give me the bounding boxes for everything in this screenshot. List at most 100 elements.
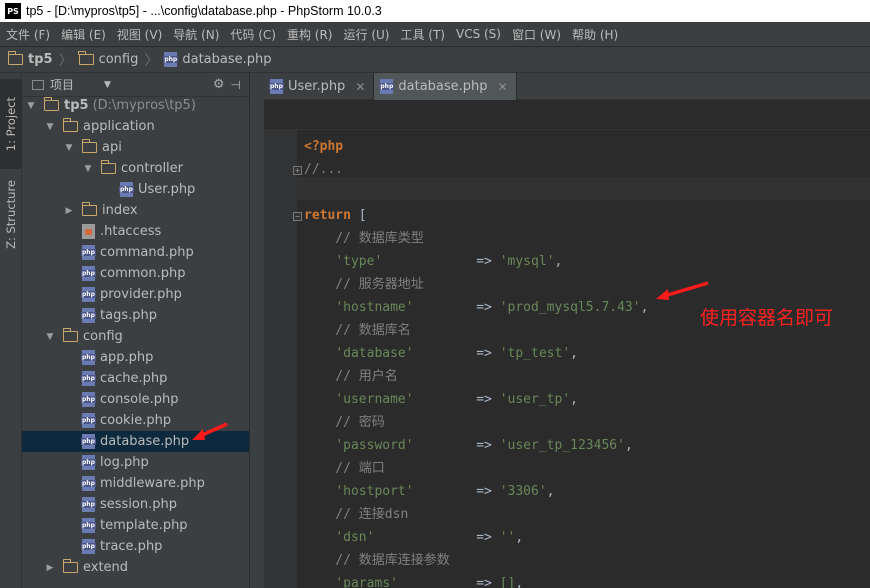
tab-project[interactable]: 1: Project [0, 79, 22, 169]
code-line: // 端口 [304, 457, 385, 480]
close-icon[interactable]: ✕ [498, 80, 508, 94]
tree-file-row[interactable]: common.php [22, 263, 249, 284]
menu-item[interactable]: 运行 (U) [344, 26, 390, 43]
code-editor[interactable]: + − <?php //... return [ // 数据库类型 'type' =… [264, 100, 870, 588]
menu-item[interactable]: VCS (S) [456, 27, 501, 41]
expand-down-icon[interactable]: ▼ [45, 332, 55, 342]
folder-icon [78, 51, 94, 65]
breadcrumb-item[interactable]: config 〉 [78, 50, 165, 70]
gear-icon[interactable]: ⚙ [213, 77, 225, 92]
tree-item-path: (D:\mypros\tp5) [92, 98, 196, 113]
tree-file-row[interactable]: .htaccess [22, 221, 249, 242]
php-file-icon [81, 371, 96, 386]
expand-down-icon[interactable]: ▼ [64, 143, 74, 153]
menu-item[interactable]: 窗口 (W) [512, 26, 561, 43]
project-panel-title[interactable]: 项目 [50, 76, 74, 93]
tree-file-row[interactable]: template.php [22, 515, 249, 536]
code-line: // 用户名 [304, 365, 398, 388]
breadcrumb-separator-icon: 〉 [58, 52, 73, 69]
tree-item-label: extend [83, 560, 129, 575]
expand-down-icon[interactable]: ▼ [26, 101, 36, 111]
code-operator: => [468, 346, 500, 361]
tree-item-label: session.php [100, 497, 177, 512]
code-comment: // 用户名 [304, 369, 398, 384]
menu-item[interactable]: 导航 (N) [173, 26, 219, 43]
folder-icon [100, 160, 116, 174]
tool-window-strip: 1: Project Z: Structure [0, 73, 22, 588]
code-comment: // 数据库名 [304, 323, 411, 338]
chevron-down-icon[interactable]: ▼ [104, 80, 111, 90]
panel-divider[interactable] [250, 73, 264, 588]
tree-folder-row[interactable]: ▶ extend [22, 557, 249, 578]
tree-folder-row[interactable]: ▼ controller [22, 158, 249, 179]
arrow-annotation-file [192, 422, 228, 440]
tree-item-label: .htaccess [100, 224, 162, 239]
tab-structure-label: Z: Structure [4, 179, 18, 249]
tree-item-label: template.php [100, 518, 188, 533]
menu-bar: 文件 (F) 编辑 (E) 视图 (V) 导航 (N) 代码 (C) 重构 (R) 运行 (… [0, 22, 870, 46]
code-punctuation: , [546, 484, 555, 499]
tree-folder-row[interactable]: ▼ application [22, 116, 249, 137]
tree-folder-row[interactable]: ▼ tp5 (D:\mypros\tp5) [22, 95, 249, 116]
tree-item-label: index [102, 203, 138, 218]
config-value: [] [499, 576, 516, 588]
project-panel: 项目 ▼ ⚙ ⊣ ▼ tp5 (D:\mypros\tp5) ▼ application… [22, 73, 250, 588]
php-file-icon [81, 287, 96, 302]
menu-item[interactable]: 文件 (F) [6, 26, 50, 43]
code-line: 'hostname' => 'prod_mysql5.7.43', [304, 296, 648, 319]
menu-item[interactable]: 代码 (C) [230, 26, 276, 43]
breadcrumb-item[interactable]: database.php [163, 52, 272, 67]
tree-file-row[interactable]: User.php [22, 179, 249, 200]
expand-right-icon[interactable]: ▶ [45, 563, 55, 573]
php-file-icon [81, 392, 96, 407]
hide-panel-icon[interactable]: ⊣ [231, 78, 241, 92]
editor-tab[interactable]: database.php ✕ [374, 73, 517, 100]
tree-file-row[interactable]: session.php [22, 494, 249, 515]
breadcrumb-item[interactable]: tp5 〉 [7, 50, 79, 70]
tree-file-row[interactable]: log.php [22, 452, 249, 473]
menu-item[interactable]: 编辑 (E) [61, 26, 106, 43]
expand-down-icon[interactable]: ▼ [83, 164, 93, 174]
php-open-tag: <?php [304, 139, 344, 154]
menu-item[interactable]: 重构 (R) [287, 26, 333, 43]
tree-file-row[interactable]: command.php [22, 242, 249, 263]
editor-tab-label: database.php [398, 79, 488, 94]
tree-item-label: api [102, 140, 122, 155]
php-file-icon [81, 413, 96, 428]
tree-file-row[interactable]: console.php [22, 389, 249, 410]
expand-down-icon[interactable]: ▼ [45, 122, 55, 132]
tree-file-row[interactable]: provider.php [22, 284, 249, 305]
tree-folder-row[interactable]: ▶ index [22, 200, 249, 221]
tree-file-row[interactable]: tags.php [22, 305, 249, 326]
tree-folder-row[interactable]: ▼ config [22, 326, 249, 347]
tree-file-row[interactable]: app.php [22, 347, 249, 368]
annotation-text: 使用容器名即可 [700, 307, 834, 329]
tree-file-row[interactable]: middleware.php [22, 473, 249, 494]
fold-expand-icon[interactable]: + [293, 166, 302, 175]
tab-structure[interactable]: Z: Structure [0, 169, 22, 259]
tree-item-label: tags.php [100, 308, 157, 323]
code-padding [414, 484, 469, 499]
project-panel-header: 项目 ▼ ⚙ ⊣ [22, 73, 249, 97]
menu-item[interactable]: 视图 (V) [117, 26, 162, 43]
tree-file-row[interactable]: trace.php [22, 536, 249, 557]
htaccess-file-icon [82, 224, 95, 239]
window-title: tp5 - [D:\mypros\tp5] - ...\config\datab… [26, 4, 382, 18]
fold-collapse-icon[interactable]: − [293, 212, 302, 221]
breadcrumb-separator-icon: 〉 [144, 52, 159, 69]
code-operator: => [468, 484, 500, 499]
close-icon[interactable]: ✕ [355, 80, 365, 94]
breadcrumb-label: config [98, 52, 139, 67]
editor-tab[interactable]: User.php ✕ [264, 73, 375, 100]
menu-item[interactable]: 帮助 (H) [572, 26, 618, 43]
tree-file-row[interactable]: cache.php [22, 368, 249, 389]
folder-icon [62, 559, 78, 573]
code-comment: // 服务器地址 [304, 277, 424, 292]
tree-folder-row[interactable]: ▼ api [22, 137, 249, 158]
code-line: // 服务器地址 [304, 273, 424, 296]
arrow-annotation-hostname [656, 281, 709, 300]
menu-item[interactable]: 工具 (T) [400, 26, 445, 43]
expand-right-icon[interactable]: ▶ [64, 206, 74, 216]
